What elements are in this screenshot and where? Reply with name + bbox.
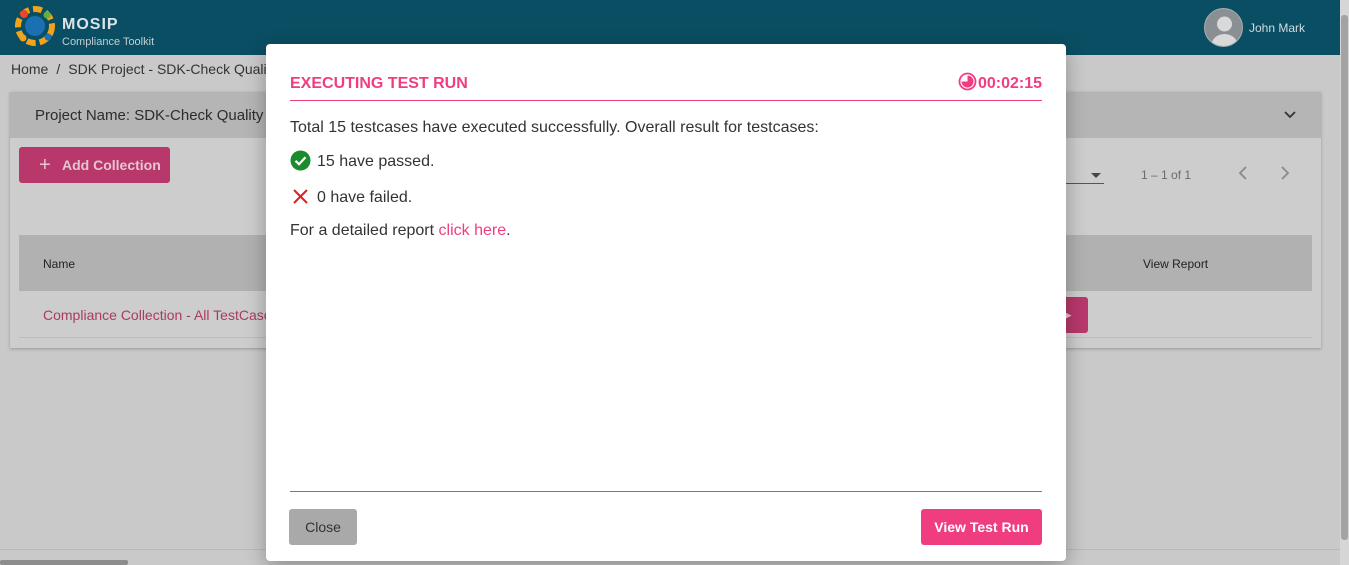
timer-icon	[958, 72, 977, 91]
brand-subtitle: Compliance Toolkit	[62, 36, 155, 48]
view-test-run-button[interactable]: View Test Run	[921, 509, 1042, 545]
result-summary: Total 15 testcases have executed success…	[290, 119, 819, 136]
report-prefix: For a detailed report	[290, 222, 439, 239]
report-suffix: .	[506, 222, 511, 239]
add-collection-label: Add Collection	[62, 157, 161, 173]
caret-down-icon[interactable]	[1091, 173, 1101, 178]
vertical-scrollbar[interactable]	[1341, 15, 1348, 540]
dialog-title-divider	[290, 100, 1042, 101]
user-name[interactable]: John Mark	[1249, 21, 1305, 35]
add-collection-button[interactable]: + Add Collection	[19, 147, 170, 183]
plus-icon: +	[39, 154, 51, 176]
chevron-right-icon[interactable]	[1275, 164, 1293, 182]
mosip-logo[interactable]	[14, 5, 56, 47]
passed-result: 15 have passed.	[290, 150, 434, 171]
breadcrumb-separator: /	[56, 61, 61, 77]
dialog-title: EXECUTING TEST RUN	[290, 75, 468, 92]
chevron-left-icon[interactable]	[1235, 164, 1253, 182]
brand-title: MOSIP	[62, 16, 119, 33]
executing-test-run-dialog: EXECUTING TEST RUN 00:02:15 Total 15 tes…	[266, 44, 1066, 561]
dialog-footer-divider	[290, 491, 1042, 492]
timer-value: 00:02:15	[977, 75, 1042, 92]
check-circle-icon	[290, 150, 311, 171]
detailed-report-link[interactable]: click here	[439, 222, 507, 239]
collection-name-link[interactable]: Compliance Collection - All TestCase	[43, 307, 272, 323]
detailed-report-line: For a detailed report click here.	[290, 222, 511, 240]
failed-result: 0 have failed.	[290, 186, 412, 207]
chevron-down-icon[interactable]	[1283, 108, 1297, 122]
user-avatar-icon[interactable]	[1204, 8, 1243, 47]
close-x-icon	[293, 189, 308, 204]
breadcrumb-project[interactable]: SDK Project - SDK-Check Quality	[68, 61, 277, 77]
breadcrumb-home[interactable]: Home	[11, 61, 48, 77]
pagination-range: 1 – 1 of 1	[1141, 168, 1192, 182]
failed-text: 0 have failed.	[317, 189, 413, 206]
timer: 00:02:15	[958, 72, 1042, 93]
breadcrumb: Home / SDK Project - SDK-Check Quality	[11, 61, 278, 77]
column-header-view-report: View Report	[1143, 257, 1209, 271]
close-button[interactable]: Close	[289, 509, 357, 545]
column-header-name: Name	[43, 257, 76, 271]
passed-text: 15 have passed.	[317, 153, 435, 170]
horizontal-scrollbar[interactable]	[0, 560, 128, 565]
project-name: Project Name: SDK-Check Quality	[35, 107, 264, 124]
